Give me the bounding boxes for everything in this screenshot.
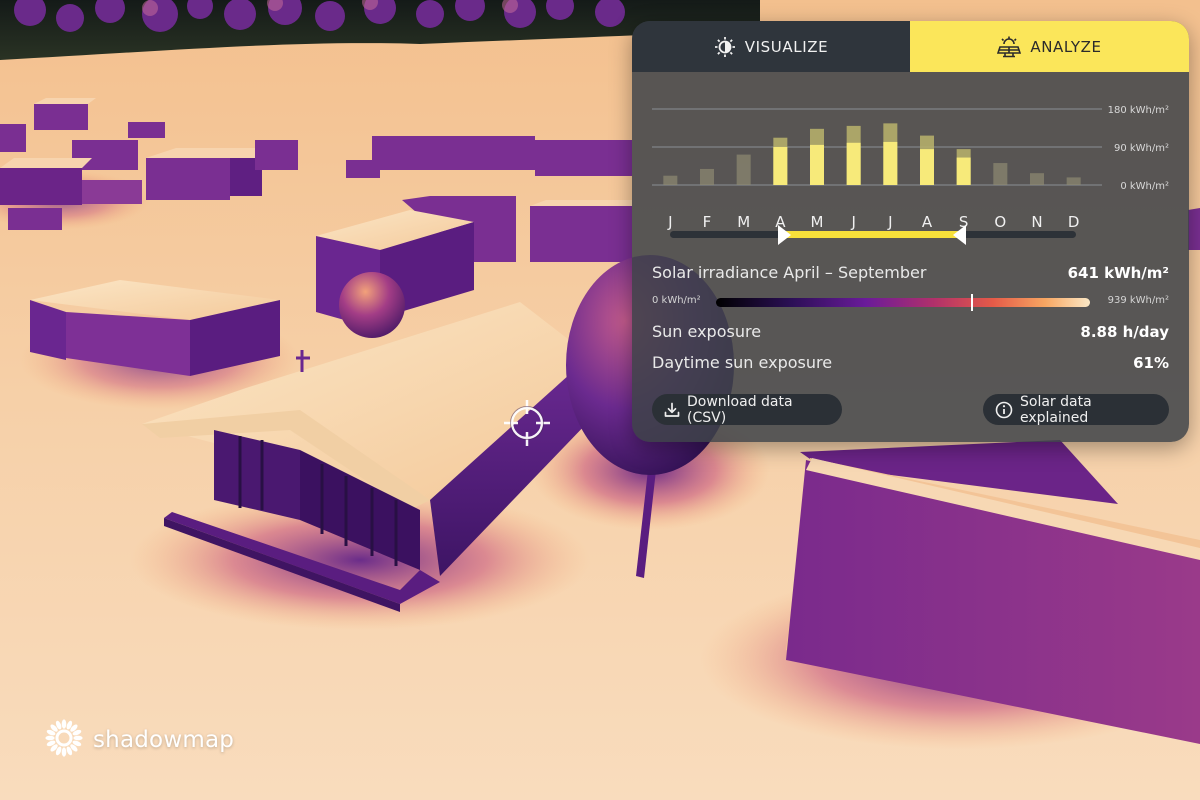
month-label: M	[811, 213, 824, 231]
tab-visualize-label: VISUALIZE	[744, 37, 829, 56]
month-label: F	[703, 213, 712, 231]
bar-month-total[interactable]	[1066, 177, 1081, 185]
daytime-exposure-label: Daytime sun exposure	[652, 353, 833, 372]
month-label: O	[994, 213, 1006, 231]
sun-exposure-row: Sun exposure 8.88 h/day	[652, 322, 1169, 341]
download-icon	[664, 402, 680, 418]
bar-month-selected[interactable]	[920, 149, 934, 185]
month-label: D	[1068, 213, 1080, 231]
sun-logo-icon	[42, 716, 86, 764]
sun-exposure-label: Sun exposure	[652, 322, 762, 341]
download-csv-label: Download data (CSV)	[687, 393, 793, 426]
month-label: J	[667, 213, 672, 231]
brand-name: shadowmap	[93, 727, 235, 753]
month-label: J	[887, 213, 892, 231]
bar-month-total[interactable]	[736, 154, 751, 185]
panel-tabs: VISUALIZE ANALYZE	[632, 21, 1189, 72]
solar-data-explained-label: Solar data explained	[1020, 393, 1092, 426]
bar-month-total[interactable]	[663, 175, 678, 185]
month-range-slider[interactable]	[670, 225, 1076, 245]
tab-visualize[interactable]: VISUALIZE	[632, 21, 910, 72]
month-label: J	[850, 213, 855, 231]
range-end-handle[interactable]	[952, 225, 966, 245]
tab-analyze-label: ANALYZE	[1030, 37, 1102, 56]
scale-min-label: 0 kWh/m²	[652, 295, 701, 306]
solar-panel-icon	[997, 36, 1022, 58]
scale-marker	[971, 294, 974, 311]
month-label: M	[737, 213, 750, 231]
irradiance-value: 641 kWh/m²	[1067, 264, 1169, 282]
brand-logo: shadowmap	[42, 716, 234, 764]
target-crosshair-icon[interactable]	[500, 396, 554, 450]
y-tick-label: 0 kWh/m²	[1120, 181, 1169, 192]
daytime-exposure-value: 61%	[1133, 354, 1169, 372]
bar-month-selected[interactable]	[956, 157, 971, 185]
bar-month-total[interactable]	[700, 168, 714, 185]
bar-month-selected[interactable]	[883, 141, 898, 185]
month-label: N	[1031, 213, 1042, 231]
daytime-exposure-row: Daytime sun exposure 61%	[652, 353, 1169, 372]
month-label: A	[922, 213, 933, 231]
sun-exposure-value: 8.88 h/day	[1080, 323, 1169, 341]
irradiance-label: Solar irradiance April – September	[652, 263, 927, 282]
color-scale-bar	[716, 294, 1090, 311]
bar-month-selected[interactable]	[773, 147, 788, 185]
bar-month-selected[interactable]	[846, 142, 861, 185]
sun-contrast-icon	[714, 36, 736, 58]
y-tick-label: 90 kWh/m²	[1114, 143, 1169, 154]
info-icon	[995, 401, 1013, 419]
irradiance-scale: 0 kWh/m² 939 kWh/m²	[652, 293, 1169, 311]
bar-month-total[interactable]	[993, 163, 1008, 185]
month-range-fill	[780, 231, 964, 238]
bar-month-total[interactable]	[1030, 173, 1044, 185]
solar-analysis-panel: VISUALIZE ANALYZE 180 kWh/m² 90 kWh/m² 0 k…	[632, 21, 1189, 442]
tab-analyze[interactable]: ANALYZE	[910, 21, 1189, 72]
y-tick-label: 180 kWh/m²	[1108, 105, 1169, 116]
irradiance-row: Solar irradiance April – September 641 k…	[652, 263, 1169, 282]
download-csv-button[interactable]: Download data (CSV)	[652, 393, 842, 426]
bar-month-selected[interactable]	[810, 144, 824, 185]
scale-max-label: 939 kWh/m²	[1107, 295, 1169, 306]
monthly-irradiance-chart: 180 kWh/m²90 kWh/m²0 kWh/m²J F M A M J J A S O N D	[652, 105, 1169, 231]
solar-data-explained-button[interactable]: Solar data explained	[983, 393, 1169, 426]
range-start-handle[interactable]	[778, 225, 792, 245]
